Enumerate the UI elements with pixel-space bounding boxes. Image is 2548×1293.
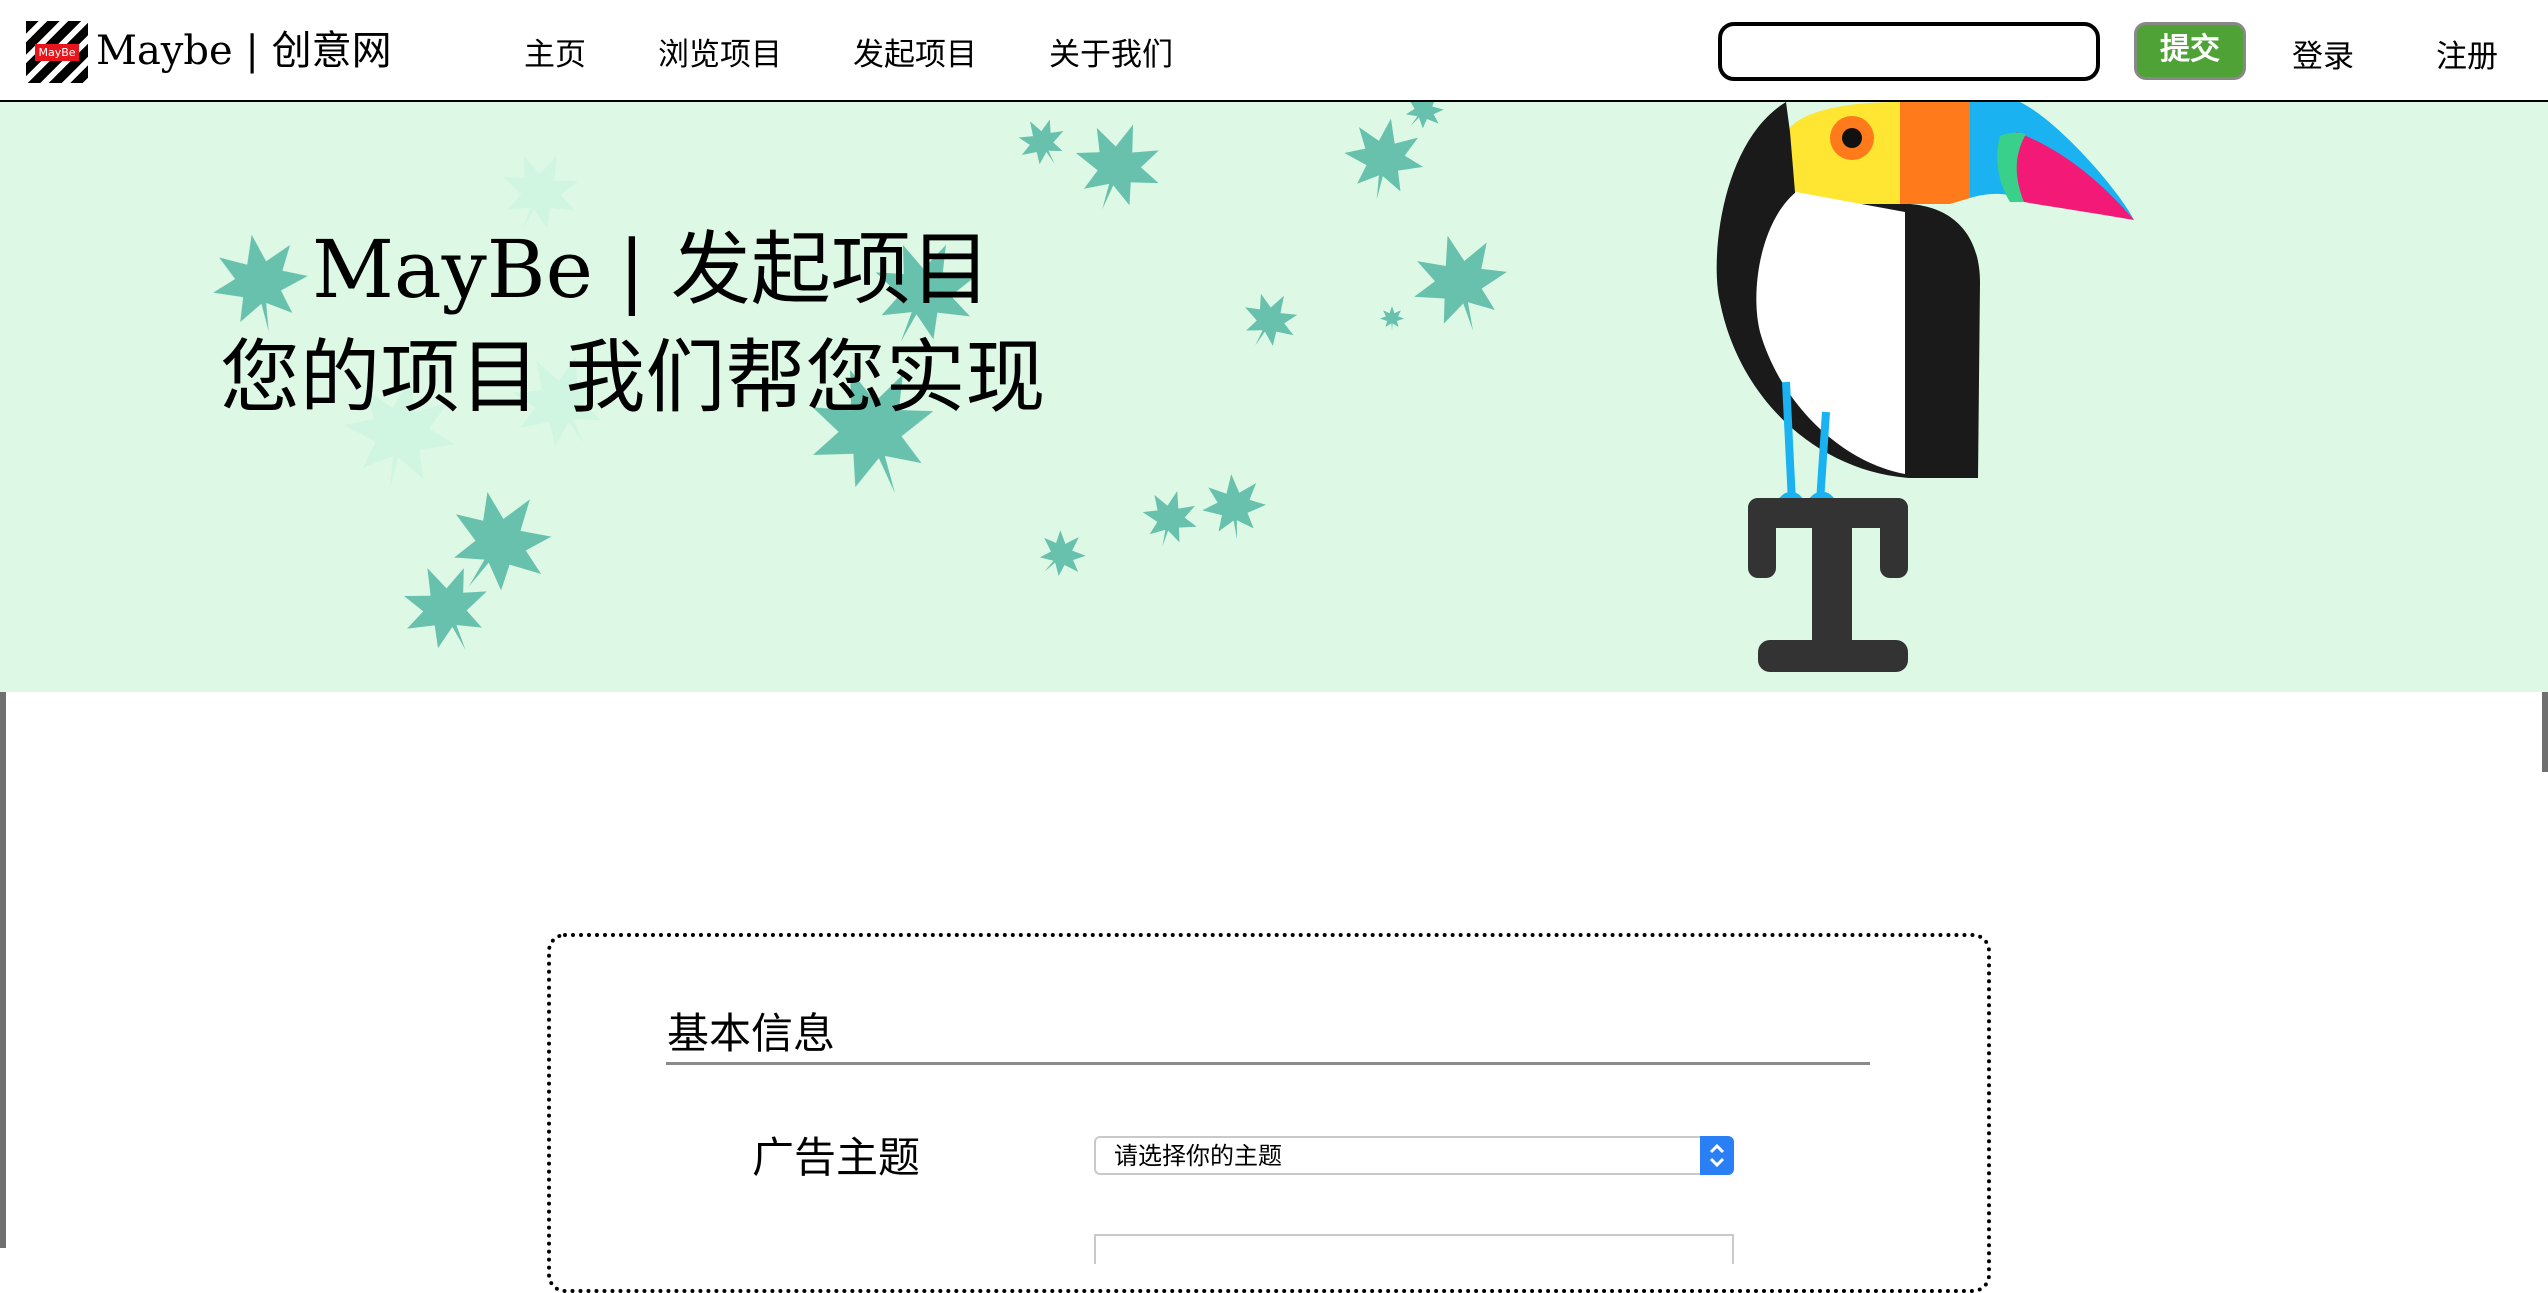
- nav-launch-project[interactable]: 发起项目: [853, 30, 977, 80]
- logo-text: MayBe: [35, 44, 79, 61]
- search-input[interactable]: [1718, 22, 2100, 81]
- select-arrows-icon[interactable]: [1700, 1136, 1734, 1175]
- section-divider: [666, 1062, 1870, 1065]
- nav-home[interactable]: 主页: [524, 30, 586, 80]
- nav-browse-projects[interactable]: 浏览项目: [658, 30, 782, 80]
- register-link[interactable]: 注册: [2436, 32, 2498, 82]
- topic-select[interactable]: 请选择你的主题: [1094, 1136, 1734, 1175]
- hero-banner: MayBe | 发起项目 您的项目 我们帮您实现: [0, 102, 2548, 692]
- section-title-basic-info: 基本信息: [667, 1009, 836, 1058]
- right-border: [2542, 692, 2548, 772]
- top-navbar: MayBe Maybe | 创意网 主页 浏览项目 发起项目 关于我们 提交 登…: [0, 0, 2548, 102]
- next-form-field[interactable]: [1094, 1234, 1734, 1264]
- site-logo[interactable]: MayBe: [26, 21, 88, 83]
- brand-name[interactable]: Maybe | 创意网: [96, 22, 392, 80]
- topic-label: 广告主题: [752, 1133, 921, 1182]
- banner-title: MayBe | 发起项目: [312, 223, 991, 316]
- banner-subtitle: 您的项目 我们帮您实现: [220, 331, 1046, 424]
- toucan-illustration: [1716, 102, 2134, 672]
- nav-about-us[interactable]: 关于我们: [1049, 30, 1173, 80]
- left-border: [0, 692, 6, 1248]
- login-link[interactable]: 登录: [2292, 32, 2354, 82]
- topic-select-value: 请选择你的主题: [1114, 1142, 1282, 1170]
- submit-button[interactable]: 提交: [2134, 22, 2246, 80]
